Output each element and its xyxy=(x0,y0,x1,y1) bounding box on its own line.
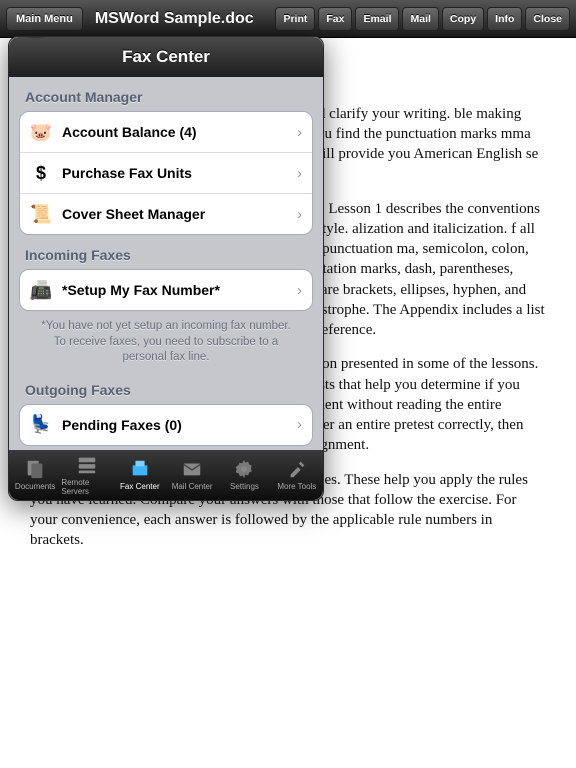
scroll-icon: 📜 xyxy=(30,203,52,225)
section-account-manager: Account Manager xyxy=(9,77,323,111)
tab-settings[interactable]: Settings xyxy=(218,450,270,500)
close-button[interactable]: Close xyxy=(525,7,570,31)
pending-faxes-row[interactable]: 💺 Pending Faxes (0) › xyxy=(20,405,312,445)
popover-title: Fax Center xyxy=(9,37,323,77)
fax-machine-icon: 📠 xyxy=(30,279,52,301)
account-list: 🐷 Account Balance (4) › $ Purchase Fax U… xyxy=(19,111,313,235)
tab-label: Settings xyxy=(230,482,259,491)
tab-fax-center[interactable]: Fax Center xyxy=(114,450,166,500)
purchase-units-row[interactable]: $ Purchase Fax Units › xyxy=(20,153,312,194)
documents-icon xyxy=(24,458,46,480)
print-button[interactable]: Print xyxy=(275,7,315,31)
copy-button[interactable]: Copy xyxy=(442,7,484,31)
email-button[interactable]: Email xyxy=(355,7,399,31)
tab-label: More Tools xyxy=(277,482,316,491)
tab-documents[interactable]: Documents xyxy=(9,450,61,500)
popover-arrow xyxy=(27,36,45,38)
setup-fax-number-row[interactable]: 📠 *Setup My Fax Number* › xyxy=(20,270,312,310)
tab-label: Documents xyxy=(15,482,55,491)
setup-fax-label: *Setup My Fax Number* xyxy=(62,282,297,298)
incoming-note: *You have not yet setup an incoming fax … xyxy=(9,311,323,370)
fax-button[interactable]: Fax xyxy=(318,7,352,31)
tab-mail-center[interactable]: Mail Center xyxy=(166,450,218,500)
topbar-actions: Print Fax Email Mail Copy Info Close xyxy=(275,7,570,31)
chevron-right-icon: › xyxy=(297,206,302,223)
topbar: Main Menu MSWord Sample.doc Print Fax Em… xyxy=(0,0,576,38)
tab-label: Mail Center xyxy=(172,482,213,491)
chevron-right-icon: › xyxy=(297,282,302,299)
section-incoming-faxes: Incoming Faxes xyxy=(9,235,323,269)
fax-icon xyxy=(129,458,151,480)
chevron-right-icon: › xyxy=(297,416,302,433)
section-outgoing-faxes: Outgoing Faxes xyxy=(9,370,323,404)
tools-icon xyxy=(286,458,308,480)
account-balance-row[interactable]: 🐷 Account Balance (4) › xyxy=(20,112,312,153)
piggy-bank-icon: 🐷 xyxy=(30,121,52,143)
tab-label: Remote Servers xyxy=(61,478,113,496)
outgoing-list: 💺 Pending Faxes (0) › xyxy=(19,404,313,446)
tab-remote-servers[interactable]: Remote Servers xyxy=(61,450,113,500)
chevron-right-icon: › xyxy=(297,165,302,182)
incoming-list: 📠 *Setup My Fax Number* › xyxy=(19,269,313,311)
tab-more-tools[interactable]: More Tools xyxy=(271,450,323,500)
gear-icon xyxy=(233,458,255,480)
pending-faxes-label: Pending Faxes (0) xyxy=(62,417,297,433)
info-button[interactable]: Info xyxy=(487,7,522,31)
fax-center-popover: Fax Center Account Manager 🐷 Account Bal… xyxy=(8,36,324,501)
dollar-icon: $ xyxy=(30,162,52,184)
servers-icon xyxy=(76,454,98,476)
popover-body: Account Manager 🐷 Account Balance (4) › … xyxy=(9,77,323,450)
popover-toolbar: Documents Remote Servers Fax Center Mail… xyxy=(9,450,323,500)
main-menu-button[interactable]: Main Menu xyxy=(6,7,83,31)
document-title: MSWord Sample.doc xyxy=(87,10,272,28)
cover-sheet-label: Cover Sheet Manager xyxy=(62,206,297,222)
chevron-right-icon: › xyxy=(297,124,302,141)
purchase-units-label: Purchase Fax Units xyxy=(62,165,297,181)
account-balance-label: Account Balance (4) xyxy=(62,124,297,140)
mail-button[interactable]: Mail xyxy=(402,7,438,31)
person-seat-icon: 💺 xyxy=(30,414,52,436)
cover-sheet-row[interactable]: 📜 Cover Sheet Manager › xyxy=(20,194,312,234)
tab-label: Fax Center xyxy=(120,482,160,491)
mail-icon xyxy=(181,458,203,480)
